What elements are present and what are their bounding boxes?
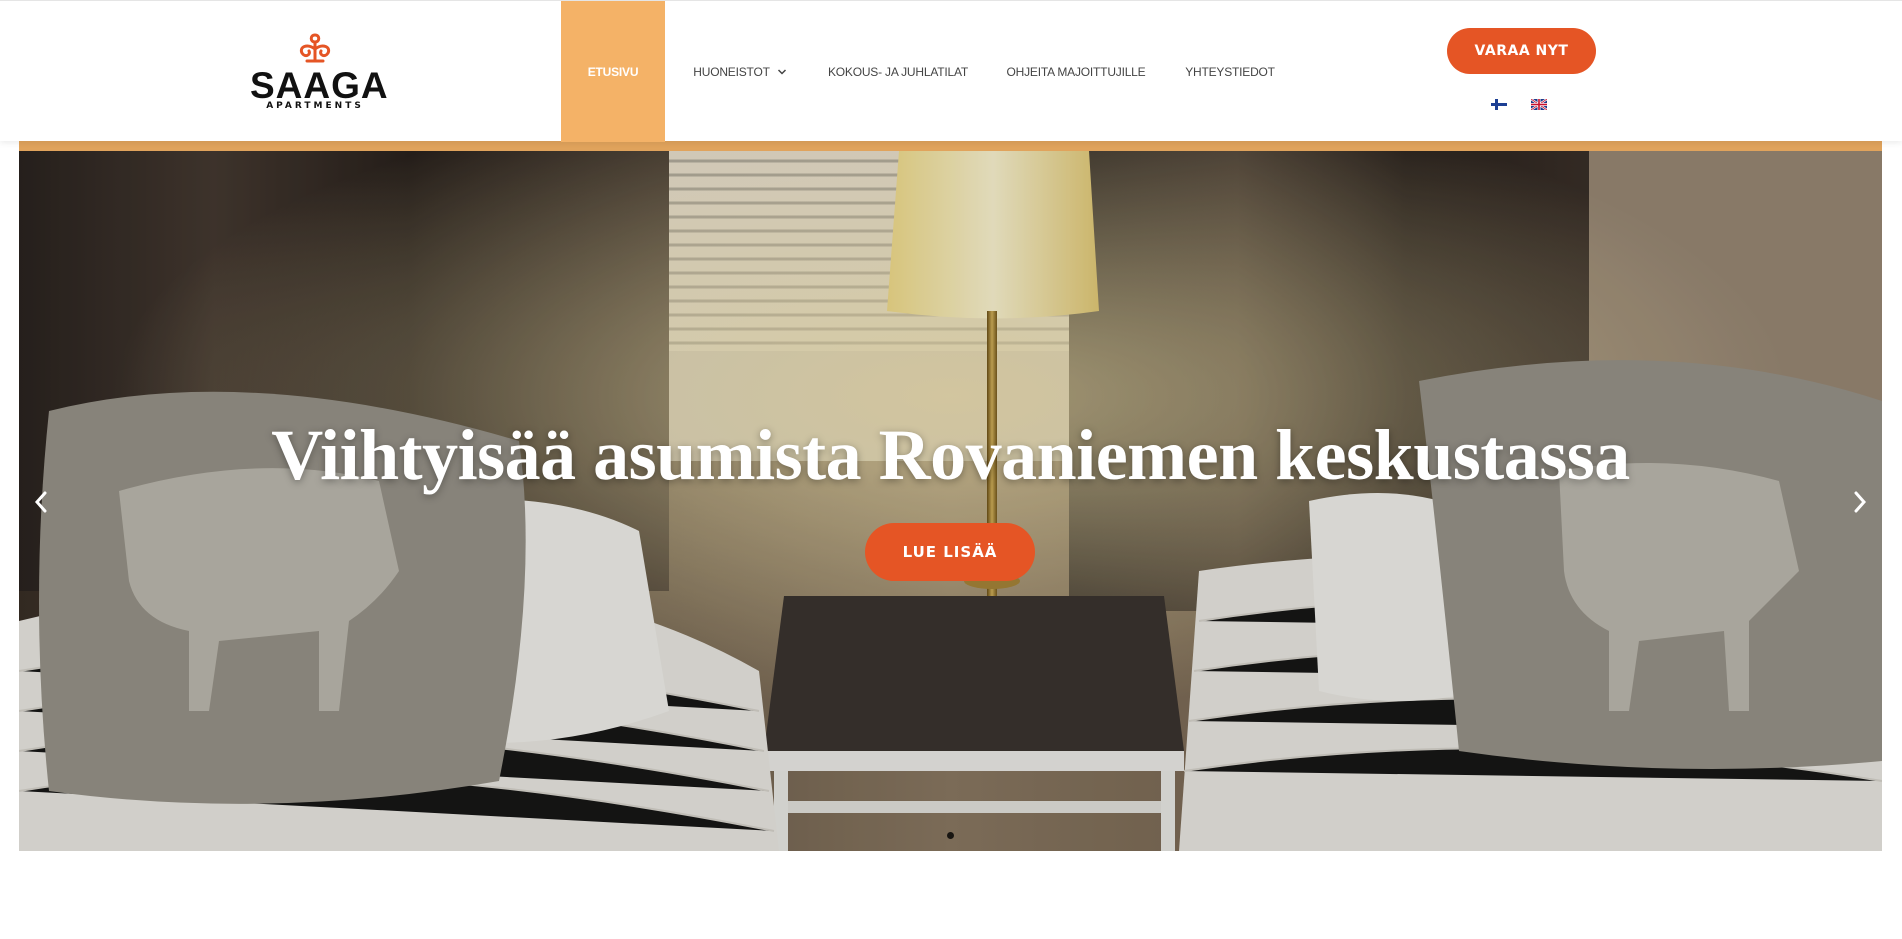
nav-item-kokous-ja-juhlatilat[interactable]: KOKOUS- JA JUHLATILAT [815,1,981,142]
saaga-logo[interactable]: SAAGA APARTMENTS [250,31,389,115]
uk-flag-icon[interactable] [1531,99,1547,110]
nav-label: OHJEITA MAJOITTUJILLE [1006,64,1146,79]
brand-name: SAAGA [250,65,389,106]
language-switcher [1491,99,1547,110]
nav-item-ohjeita-majoittujille[interactable]: OHJEITA MAJOITTUJILLE [981,1,1171,142]
slider-dot[interactable] [947,832,954,839]
book-now-button[interactable]: VARAA NYT [1447,28,1596,74]
site-header: SAAGA APARTMENTS ETUSIVU HUONEISTOT KOKO… [0,0,1902,142]
saaga-emblem-icon [299,33,331,63]
hero-title: Viihtyisää asumista Rovaniemen keskustas… [271,415,1630,495]
chevron-down-icon [777,68,786,75]
finland-flag-icon[interactable] [1491,99,1507,110]
nav-label: ETUSIVU [587,64,639,79]
nav-item-yhteystiedot[interactable]: YHTEYSTIEDOT [1171,1,1289,142]
main-nav: ETUSIVU HUONEISTOT KOKOUS- JA JUHLATILAT… [561,1,1289,142]
nav-label: HUONEISTOT [693,64,770,79]
slider-pagination [19,832,1882,839]
hero-background-image [19,151,1882,851]
nav-label: YHTEYSTIEDOT [1185,64,1275,79]
nav-item-etusivu[interactable]: ETUSIVU [561,1,665,142]
nav-label: KOKOUS- JA JUHLATILAT [827,64,969,79]
read-more-button[interactable]: LUE LISÄÄ [865,523,1035,581]
hero-top-accent [19,141,1882,151]
nav-item-huoneistot[interactable]: HUONEISTOT [665,1,815,142]
brand-subtitle: APARTMENTS [266,101,364,111]
hero-slider: Viihtyisää asumista Rovaniemen keskustas… [19,151,1882,851]
